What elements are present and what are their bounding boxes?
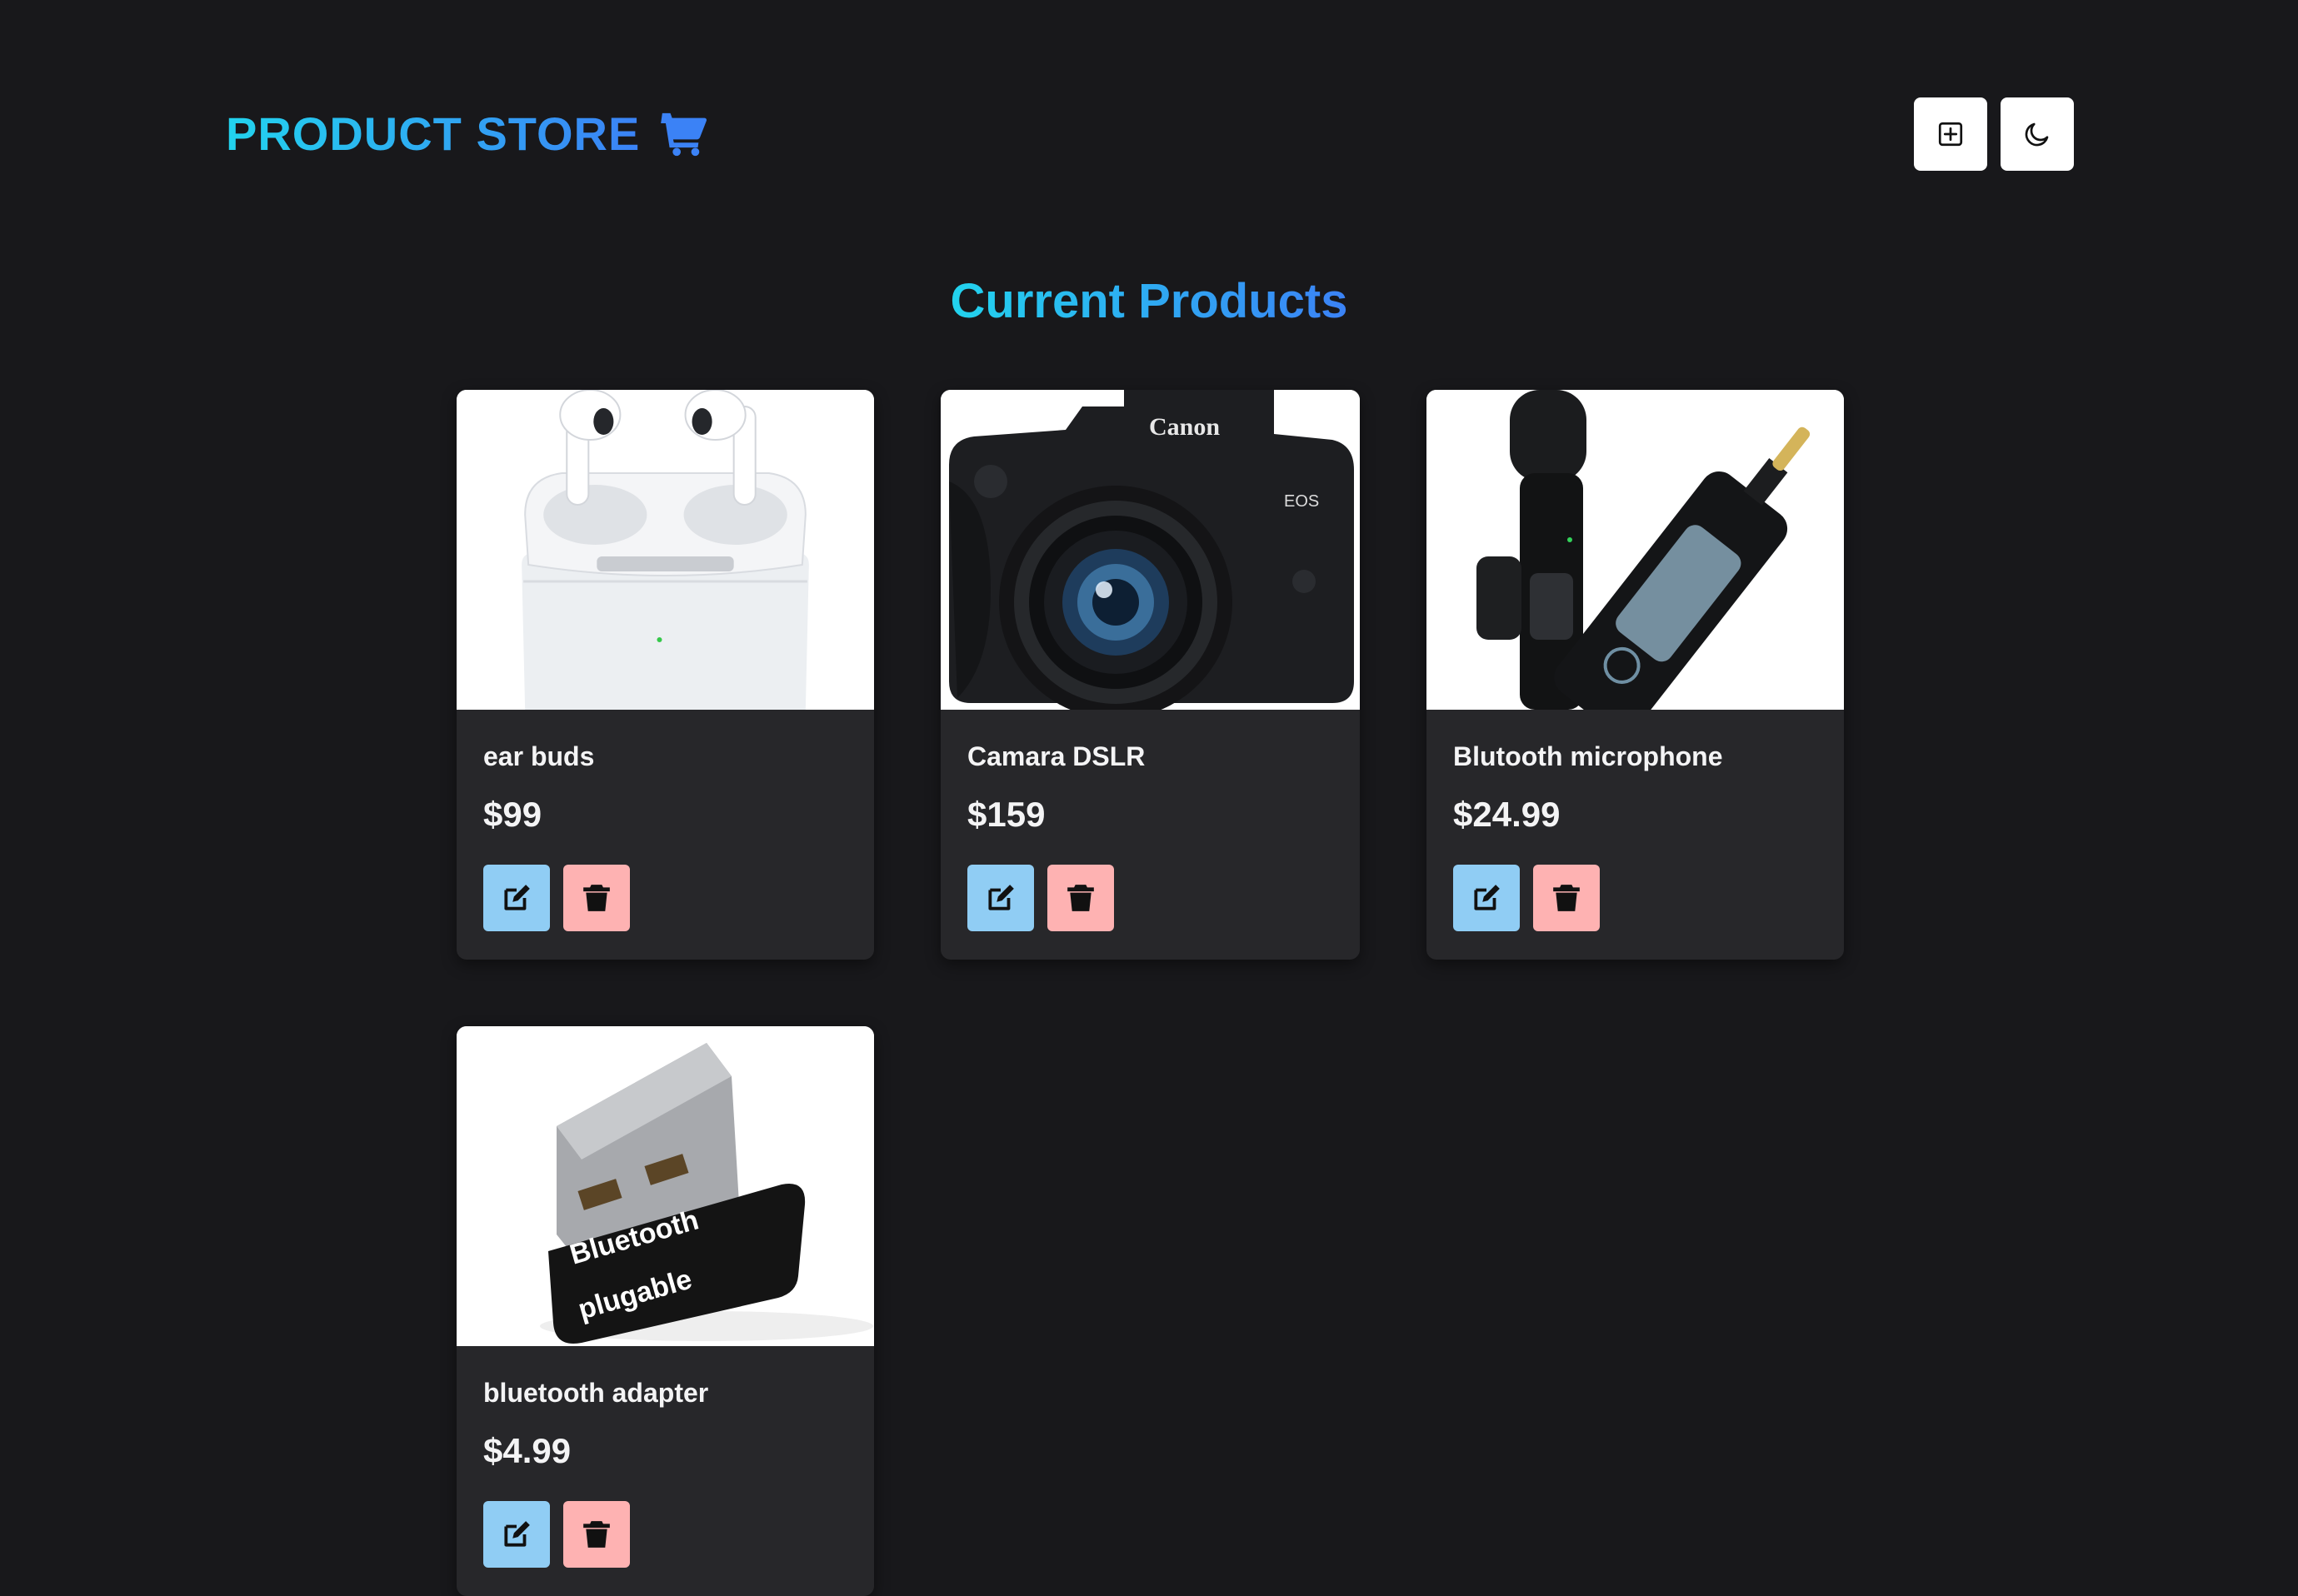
page-title: Current Products	[0, 272, 2298, 332]
product-card: ear buds $99	[457, 390, 874, 960]
edit-product-button[interactable]	[967, 865, 1034, 931]
product-image	[457, 390, 874, 710]
edit-product-button[interactable]	[483, 865, 550, 931]
product-actions	[967, 865, 1333, 931]
product-price: $4.99	[483, 1431, 572, 1470]
edit-product-button[interactable]	[483, 1501, 550, 1568]
delete-product-button[interactable]	[563, 1501, 630, 1568]
trash-icon	[583, 1521, 610, 1548]
trash-icon	[583, 885, 610, 911]
product-card-body: bluetooth adapter $4.99	[457, 1346, 874, 1568]
product-actions	[483, 1501, 847, 1568]
product-card: Blutooth microphone $24.99	[1426, 390, 1844, 960]
product-name: Camara DSLR	[967, 741, 1146, 771]
product-grid: ear buds $99 Canon EOS Camara DSLR $159 …	[457, 390, 1844, 1596]
product-card-body: Blutooth microphone $24.99	[1426, 710, 1844, 931]
edit-icon	[504, 1521, 530, 1547]
product-price: $24.99	[1453, 795, 1561, 834]
create-product-button[interactable]	[1914, 97, 1987, 171]
edit-product-button[interactable]	[1453, 865, 1520, 931]
camera-model-text: EOS	[1284, 492, 1319, 511]
moon-icon	[2025, 122, 2049, 147]
brand-title: PRODUCT STORE	[226, 107, 641, 160]
page-title-text: Current Products	[950, 274, 1348, 328]
theme-toggle-button[interactable]	[2001, 97, 2074, 171]
product-price: $159	[967, 795, 1046, 834]
delete-product-button[interactable]	[1533, 865, 1600, 931]
edit-icon	[504, 885, 530, 910]
adapter-image: Bluetooth plugable	[457, 1026, 874, 1346]
edit-icon	[988, 885, 1014, 910]
shopping-cart-icon	[655, 108, 707, 160]
navbar: PRODUCT STORE	[226, 97, 2074, 171]
product-card-body: ear buds $99	[457, 710, 874, 931]
product-image	[1426, 390, 1844, 710]
product-actions	[483, 865, 847, 931]
trash-icon	[1553, 885, 1580, 911]
microphone-image	[1426, 390, 1844, 710]
plus-square-icon	[1938, 122, 1963, 147]
camera-image: Canon EOS	[941, 390, 1360, 710]
earbuds-image	[457, 390, 874, 710]
camera-brand-text: Canon	[1149, 413, 1220, 441]
product-price: $99	[483, 795, 542, 834]
delete-product-button[interactable]	[1047, 865, 1114, 931]
edit-icon	[1474, 885, 1500, 910]
product-actions	[1453, 865, 1817, 931]
brand-link[interactable]: PRODUCT STORE	[226, 97, 707, 171]
product-image: Bluetooth plugable	[457, 1026, 874, 1346]
product-image: Canon EOS	[941, 390, 1360, 710]
product-name: Blutooth microphone	[1453, 741, 1723, 771]
nav-actions	[1914, 97, 2074, 171]
product-card-body: Camara DSLR $159	[941, 710, 1360, 931]
delete-product-button[interactable]	[563, 865, 630, 931]
product-card: Bluetooth plugable bluetooth adapter $4.…	[457, 1026, 874, 1596]
product-name: bluetooth adapter	[483, 1378, 709, 1408]
trash-icon	[1067, 885, 1094, 911]
product-name: ear buds	[483, 741, 595, 771]
product-card: Canon EOS Camara DSLR $159	[941, 390, 1360, 960]
